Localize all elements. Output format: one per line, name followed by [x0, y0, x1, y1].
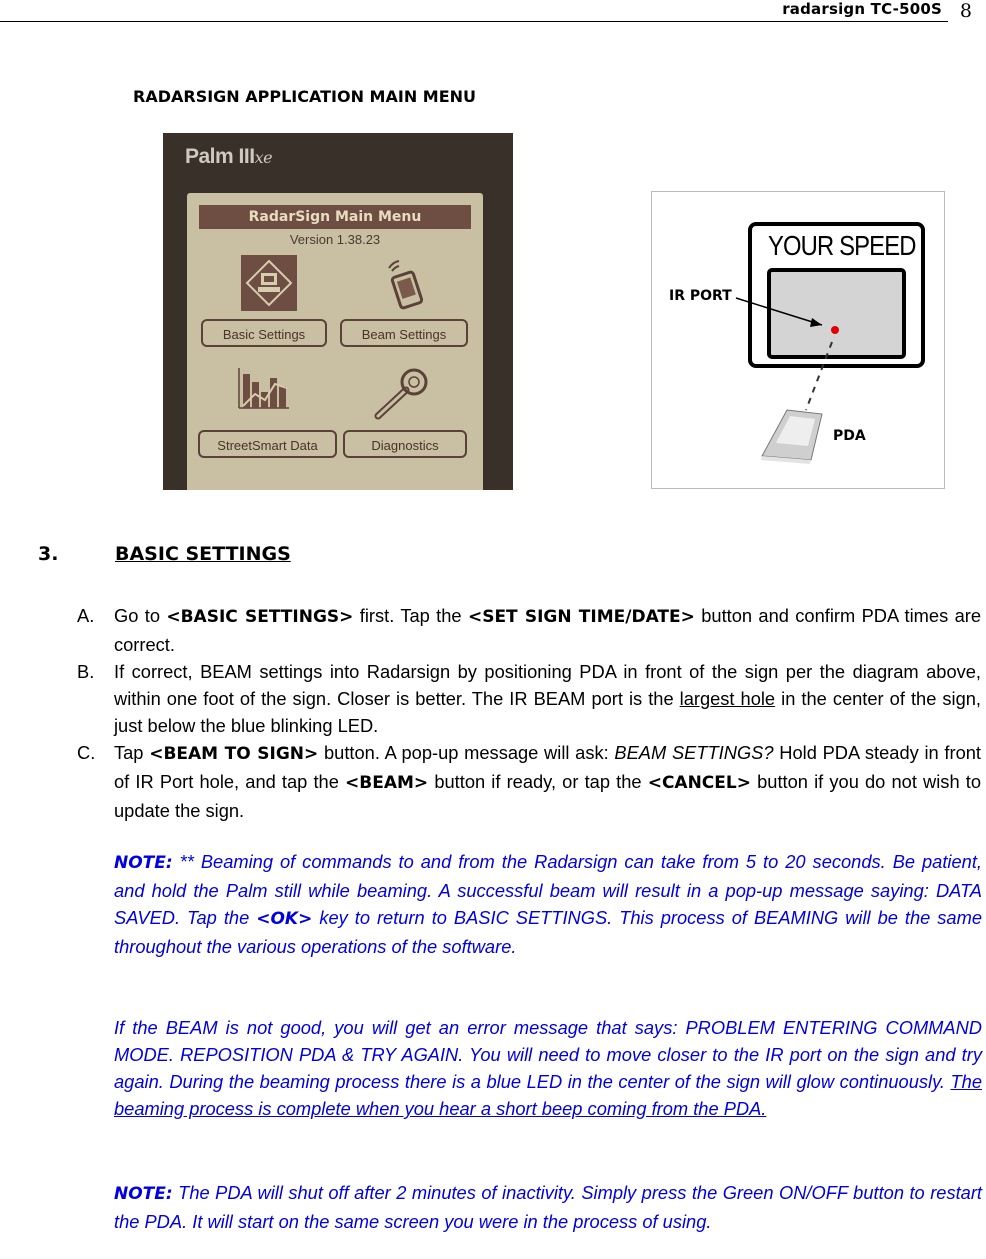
ir-port-dot	[831, 326, 839, 334]
pda-label: PDA	[833, 428, 866, 444]
palm-device-photo: Palm IIIxe RadarSign Main Menu Version 1…	[163, 133, 513, 490]
text: The PDA will shut off after 2 minutes of…	[114, 1182, 982, 1232]
page-number: 8	[959, 0, 972, 22]
italic-prompt: BEAM SETTINGS?	[614, 742, 774, 763]
note-label: NOTE:	[114, 853, 173, 873]
diagnostics-button: Diagnostics	[343, 430, 467, 458]
page-header: radarsign TC-500S 8	[0, 0, 986, 30]
ir-port-label: IR PORT	[669, 288, 732, 304]
figure-caption: RADARSIGN APPLICATION MAIN MENU	[133, 87, 477, 106]
palm-model: III	[238, 145, 256, 168]
text: If the BEAM is not good, you will get an…	[114, 1017, 982, 1092]
note-auto-shutoff: NOTE: The PDA will shut off after 2 minu…	[114, 1179, 982, 1235]
beam-to-sign-ref: <BEAM TO SIGN>	[149, 744, 319, 764]
set-sign-time-ref: <SET SIGN TIME/DATE>	[467, 607, 695, 627]
your-speed-label: YOUR SPEED	[768, 230, 916, 261]
beam-ref: <BEAM>	[345, 773, 429, 793]
basic-settings-button: Basic Settings	[201, 319, 327, 347]
streetsmart-data-chart-icon	[238, 368, 289, 409]
section-number: 3.	[38, 543, 59, 565]
text: first. Tap the	[353, 605, 468, 626]
palm-brand-logo: Palm IIIxe	[185, 145, 273, 169]
palm-brand-name: Palm	[185, 145, 234, 168]
note-beaming-time: NOTE: ** Beaming of commands to and from…	[114, 848, 982, 960]
beam-settings-icon	[388, 260, 424, 310]
basic-settings-icon	[241, 255, 297, 311]
section-title: BASIC SETTINGS	[115, 543, 291, 565]
document-title: radarsign TC-500S	[782, 0, 942, 18]
underlined-text: largest hole	[679, 688, 776, 709]
diagnostics-wrench-icon	[374, 368, 428, 420]
list-marker: A.	[77, 605, 95, 626]
text: button. A pop-up message will ask:	[318, 742, 615, 763]
header-rule	[0, 21, 948, 22]
ok-ref: <OK>	[256, 909, 313, 929]
text: Go to	[114, 605, 167, 626]
note-label: NOTE:	[114, 1184, 173, 1204]
list-marker: B.	[77, 661, 95, 682]
screen-title-bar: RadarSign Main Menu	[199, 205, 471, 229]
basic-settings-ref: <BASIC SETTINGS>	[166, 607, 354, 627]
list-item: B. If correct, BEAM settings into Radars…	[75, 658, 981, 739]
note-beam-error: If the BEAM is not good, you will get an…	[114, 1014, 982, 1122]
list-item: C. Tap <BEAM TO SIGN> button. A pop-up m…	[75, 739, 981, 824]
text: Tap	[114, 742, 150, 763]
text: button if ready, or tap the	[428, 771, 648, 792]
palm-screen: RadarSign Main Menu Version 1.38.23 Basi…	[187, 193, 483, 490]
cancel-ref: <CANCEL>	[647, 773, 751, 793]
version-label: Version 1.38.23	[289, 232, 381, 247]
sign-display-panel	[767, 268, 906, 359]
steps-list: A. Go to <BASIC SETTINGS> first. Tap the…	[75, 602, 981, 824]
beam-settings-button: Beam Settings	[340, 319, 468, 347]
palm-model-suffix: xe	[254, 148, 273, 167]
list-marker: C.	[77, 742, 96, 763]
streetsmart-data-button: StreetSmart Data	[198, 430, 337, 458]
ir-port-diagram: YOUR SPEED IR PORT PDA	[651, 191, 945, 489]
list-item: A. Go to <BASIC SETTINGS> first. Tap the…	[75, 602, 981, 658]
